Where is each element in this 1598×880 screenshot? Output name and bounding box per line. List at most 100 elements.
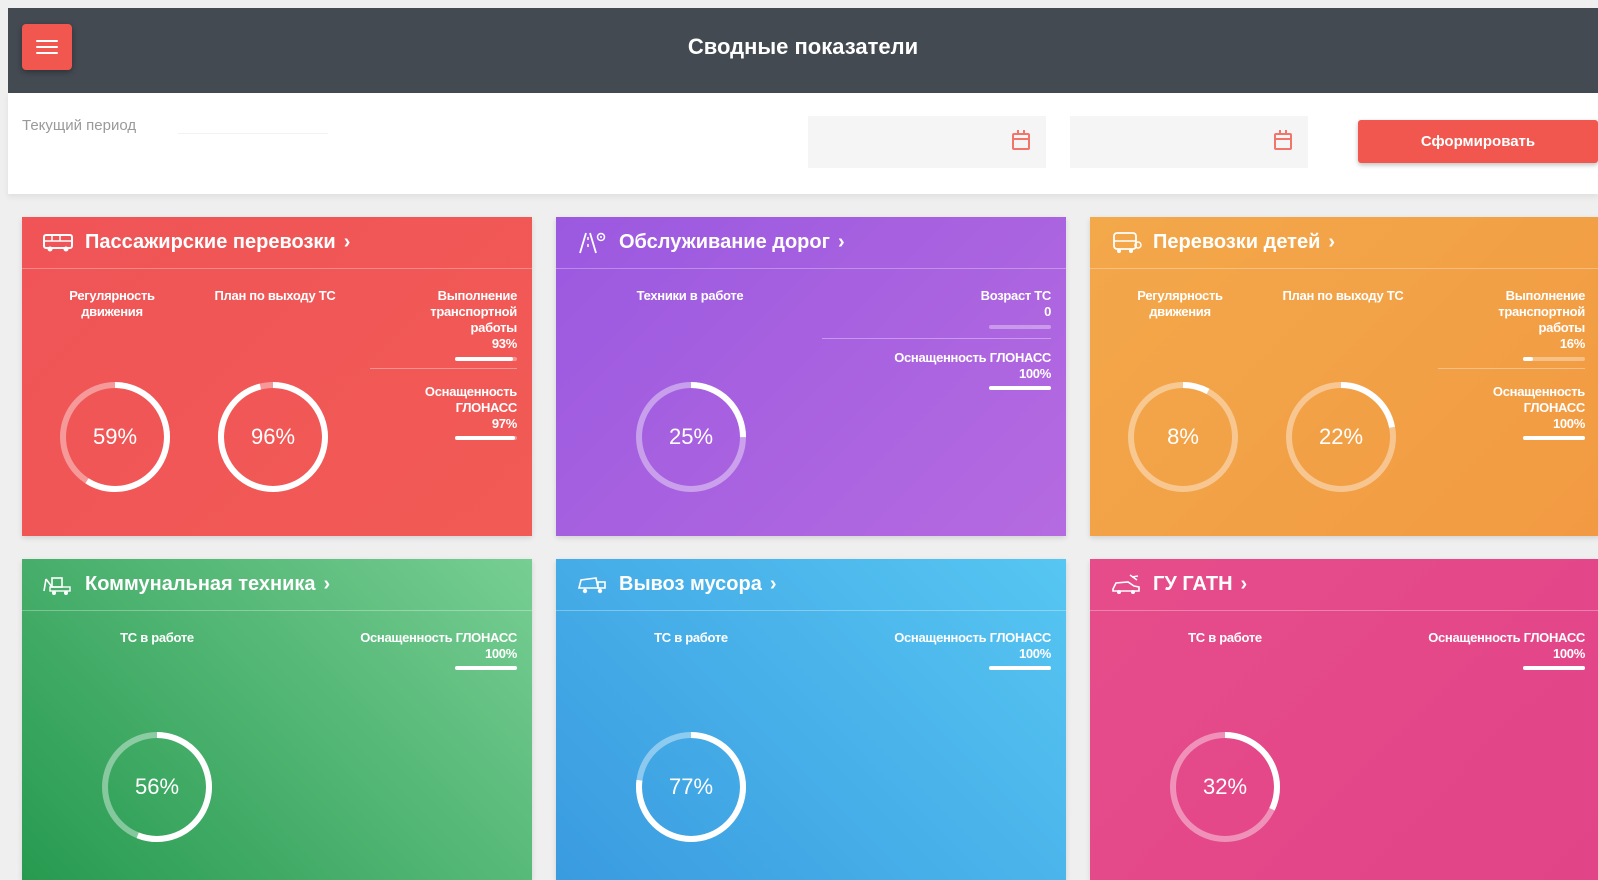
garbage-truck-icon: [577, 577, 606, 594]
hamburger-icon-line: [36, 40, 58, 42]
stat-bar-fill: [1523, 666, 1585, 670]
ring-value: 96%: [250, 424, 296, 449]
card-header-passenger[interactable]: Пассажирские перевозки ›: [22, 217, 532, 269]
menu-button[interactable]: [22, 24, 72, 70]
chevron-right-icon: ›: [323, 573, 331, 595]
stat-bar-fill: [989, 386, 1051, 390]
progress-ring: 77%: [631, 727, 751, 847]
stat-value: 93%: [491, 336, 517, 351]
card-header-children[interactable]: Перевозки детей ›: [1090, 217, 1598, 269]
stat-bar: [1523, 666, 1585, 670]
progress-ring: 96%: [213, 377, 333, 497]
card-title: Коммунальная техника: [85, 573, 316, 595]
divider: [1438, 368, 1585, 369]
stat-label: Выполнение транспортной работы: [1498, 288, 1585, 335]
date-from-input[interactable]: [808, 116, 1046, 168]
stat-value: 100%: [1018, 366, 1051, 381]
submit-button[interactable]: Сформировать: [1358, 120, 1598, 163]
metric-label: ТС в работе: [654, 630, 728, 645]
stat-bar: [1523, 436, 1585, 440]
stat-value: 100%: [484, 646, 517, 661]
card-header-gatn[interactable]: ГУ ГАТН ›: [1090, 559, 1598, 611]
stat-label: Оснащенность ГЛОНАСС: [360, 630, 517, 645]
card-header-roads[interactable]: Обслуживание дорог ›: [556, 217, 1066, 269]
progress-ring: 59%: [55, 377, 175, 497]
stat-label: Оснащенность ГЛОНАСС: [1492, 384, 1585, 415]
stat-label: Оснащенность ГЛОНАСС: [1428, 630, 1585, 645]
stat-bar: [989, 386, 1051, 390]
card-title: Вывоз мусора: [619, 573, 762, 595]
metric-label: План по выходу ТС: [214, 288, 336, 303]
divider: [822, 338, 1051, 339]
metric-label: ТС в работе: [120, 630, 194, 645]
road-icon: [579, 232, 606, 254]
stat-bar-fill: [455, 436, 516, 440]
dashboard-root: Сводные показатели Текущий период Сформи…: [0, 0, 1598, 880]
calendar-icon[interactable]: [1274, 130, 1292, 150]
metric-label: План по выходу ТС: [1282, 288, 1404, 303]
divider: [370, 368, 517, 369]
filter-bar: Текущий период Сформировать: [8, 93, 1598, 194]
card-communal: Коммунальная техника › ТС в работе 56% Ос…: [22, 559, 532, 880]
stat-bar: [455, 666, 517, 670]
card-roads: Обслуживание дорог › Техники в работе 25%…: [556, 217, 1066, 536]
card-garbage: Вывоз мусора › ТС в работе 77% Оснащеннос…: [556, 559, 1066, 880]
ring-value: 77%: [668, 774, 714, 799]
inspection-car-icon: [1112, 574, 1140, 594]
stat-bar: [1523, 357, 1585, 361]
ring-value: 59%: [92, 424, 138, 449]
hamburger-icon-line: [36, 46, 58, 48]
card-passenger: Пассажирские перевозки › Регулярность дви…: [22, 217, 532, 536]
stat-value: 16%: [1559, 336, 1585, 351]
calendar-icon[interactable]: [1012, 130, 1030, 150]
chevron-right-icon: ›: [837, 231, 845, 253]
stat-value: 97%: [491, 416, 517, 431]
progress-ring: 25%: [631, 377, 751, 497]
progress-ring: 22%: [1281, 377, 1401, 497]
period-label: Текущий период: [22, 117, 137, 134]
stat-bar-fill: [1523, 436, 1585, 440]
stat-value: 100%: [1018, 646, 1051, 661]
chevron-right-icon: ›: [1328, 231, 1336, 253]
page-title: Сводные показатели: [687, 34, 919, 59]
stat-bar: [989, 666, 1051, 670]
ring-value: 25%: [668, 424, 714, 449]
ring-value: 22%: [1318, 424, 1364, 449]
stat-value: 100%: [1552, 646, 1585, 661]
card-header-garbage[interactable]: Вывоз мусора ›: [556, 559, 1066, 611]
chevron-right-icon: ›: [343, 231, 351, 253]
tractor-icon: [43, 577, 71, 595]
card-title: Пассажирские перевозки: [85, 231, 336, 253]
chevron-right-icon: ›: [769, 573, 777, 595]
card-title: ГУ ГАТН: [1153, 573, 1233, 595]
card-header-communal[interactable]: Коммунальная техника ›: [22, 559, 532, 611]
ring-value: 32%: [1202, 774, 1248, 799]
stat-value: 100%: [1552, 416, 1585, 431]
progress-ring: 56%: [97, 727, 217, 847]
card-title: Обслуживание дорог: [619, 231, 830, 253]
hamburger-icon-line: [36, 52, 58, 54]
stat-label: Оснащенность ГЛОНАСС: [894, 350, 1051, 365]
stat-value: 0: [1044, 304, 1051, 319]
card-gatn: ГУ ГАТН › ТС в работе 32% Оснащенность ГЛ…: [1090, 559, 1598, 880]
stat-label: Оснащенность ГЛОНАСС: [894, 630, 1051, 645]
top-bar: Сводные показатели: [8, 8, 1598, 93]
progress-ring: 8%: [1123, 377, 1243, 497]
stat-bar-fill: [455, 357, 513, 361]
card-children: Перевозки детей › Регулярность движения П…: [1090, 217, 1598, 536]
card-title: Перевозки детей: [1153, 231, 1321, 253]
ring-value: 8%: [1167, 424, 1199, 449]
bus-icon: [43, 234, 73, 252]
stat-label: Возраст ТС: [980, 288, 1052, 303]
stat-bar-fill: [989, 666, 1051, 670]
period-select[interactable]: [178, 133, 328, 134]
ring-value: 56%: [134, 774, 180, 799]
school-bus-icon: [1113, 232, 1142, 253]
stat-bar: [989, 325, 1051, 329]
stat-bar-fill: [455, 666, 517, 670]
stat-bar: [455, 357, 517, 361]
metric-label: Регулярность движения: [69, 288, 155, 319]
metric-label: Регулярность движения: [1137, 288, 1223, 319]
stat-bar-fill: [1523, 357, 1533, 361]
date-to-input[interactable]: [1070, 116, 1308, 168]
